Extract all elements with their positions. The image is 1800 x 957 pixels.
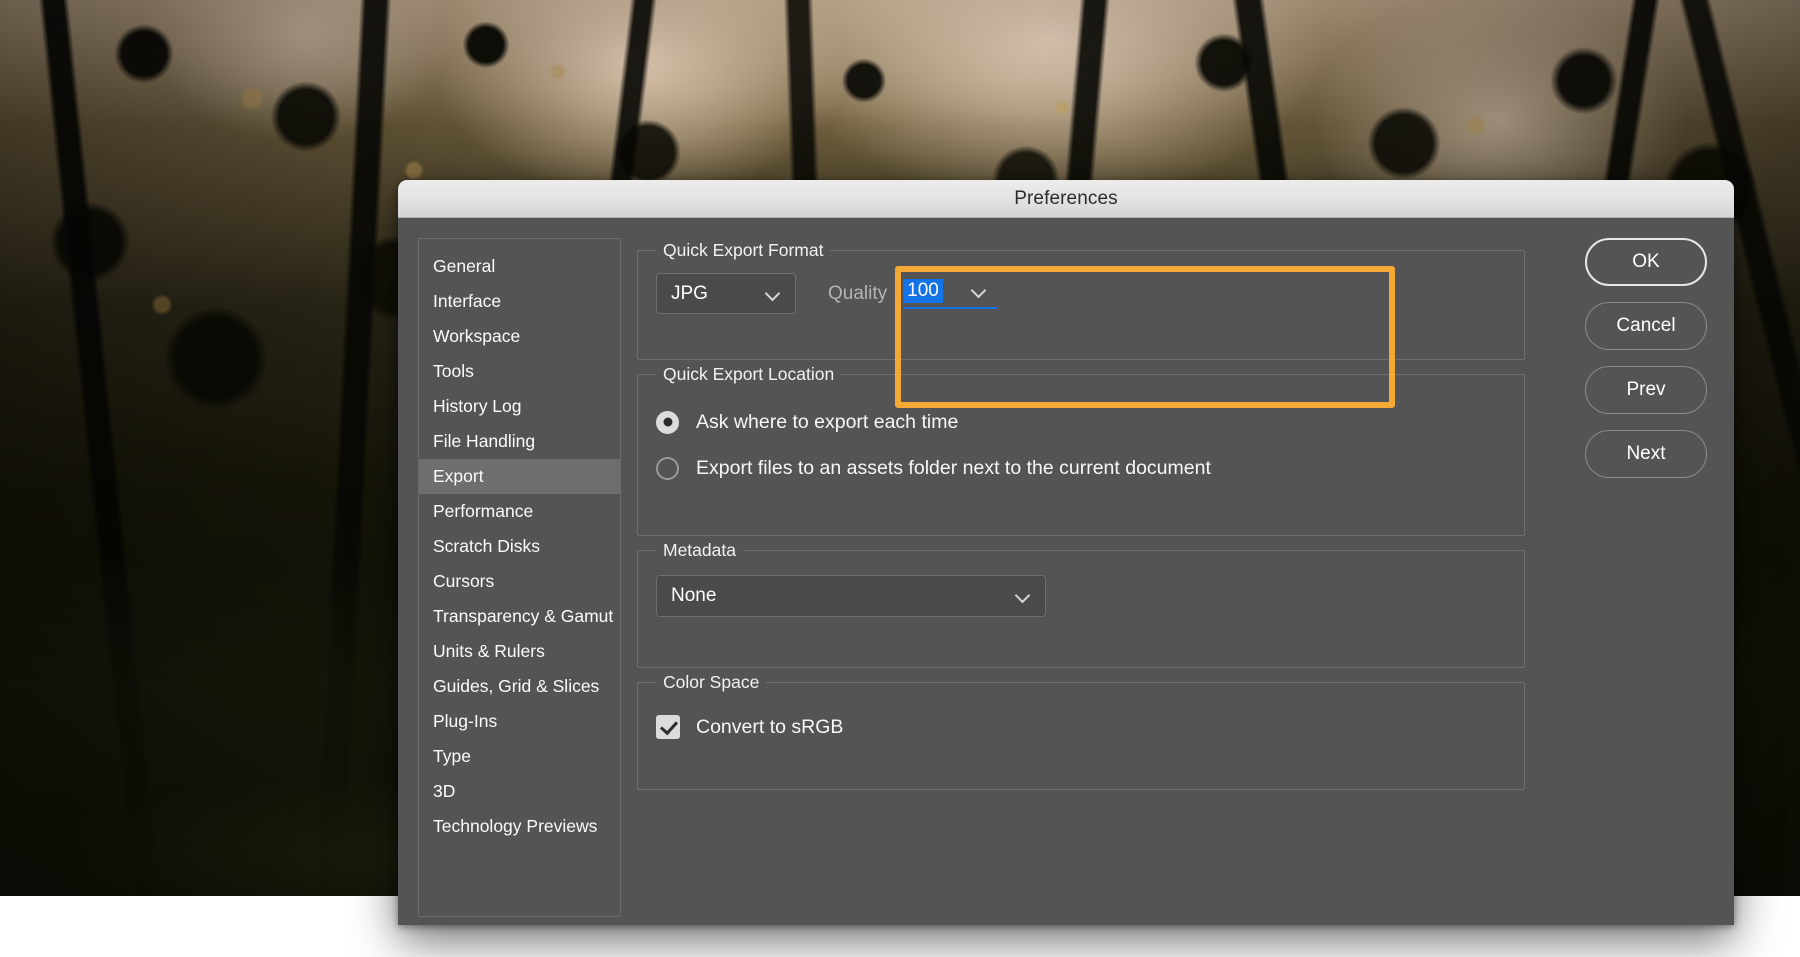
ok-button[interactable]: OK: [1585, 238, 1707, 286]
sidebar-item-general[interactable]: General: [419, 249, 620, 284]
sidebar-item-label: Cursors: [433, 571, 494, 592]
sidebar-item-label: Export: [433, 466, 484, 487]
sidebar-item-label: Technology Previews: [433, 816, 597, 837]
radio-button-icon[interactable]: [656, 411, 679, 434]
sidebar-item-scratch-disks[interactable]: Scratch Disks: [419, 529, 620, 564]
metadata-title: Metadata: [656, 540, 743, 561]
quick-export-format-group: Quick Export Format JPG Quality 100: [637, 250, 1525, 360]
sidebar-item-label: History Log: [433, 396, 522, 417]
preferences-dialog: Preferences General Interface Workspace …: [398, 180, 1734, 925]
sidebar-item-label: Units & Rulers: [433, 641, 545, 662]
quick-export-location-group: Quick Export Location Ask where to expor…: [637, 374, 1525, 536]
sidebar-item-label: Type: [433, 746, 471, 767]
cancel-button[interactable]: Cancel: [1585, 302, 1707, 350]
sidebar-item-tools[interactable]: Tools: [419, 354, 620, 389]
convert-to-srgb-row[interactable]: Convert to sRGB: [656, 709, 1506, 745]
sidebar-item-label: Transparency & Gamut: [433, 606, 613, 627]
radio-label: Export files to an assets folder next to…: [696, 457, 1211, 480]
sidebar-item-label: Scratch Disks: [433, 536, 540, 557]
sidebar-item-label: Interface: [433, 291, 501, 312]
sidebar-item-label: Performance: [433, 501, 533, 522]
checkbox-icon[interactable]: [656, 715, 680, 739]
sidebar-item-history-log[interactable]: History Log: [419, 389, 620, 424]
sidebar-item-label: File Handling: [433, 431, 535, 452]
convert-to-srgb-label: Convert to sRGB: [696, 716, 843, 739]
dialog-button-column: OK Cancel Prev Next: [1558, 218, 1734, 925]
sidebar-item-3d[interactable]: 3D: [419, 774, 620, 809]
quick-export-location-title: Quick Export Location: [656, 364, 841, 385]
sidebar-item-performance[interactable]: Performance: [419, 494, 620, 529]
radio-button-icon[interactable]: [656, 457, 679, 480]
color-space-title: Color Space: [656, 672, 766, 693]
chevron-down-icon: [1015, 588, 1031, 604]
sidebar-item-export[interactable]: Export: [419, 459, 620, 494]
dialog-body: General Interface Workspace Tools Histor…: [398, 218, 1734, 925]
sidebar-item-label: Plug-Ins: [433, 711, 497, 732]
metadata-select[interactable]: None: [656, 575, 1046, 617]
export-format-value: JPG: [671, 283, 753, 305]
quality-input[interactable]: 100: [903, 279, 943, 303]
sidebar-item-guides-grid-slices[interactable]: Guides, Grid & Slices: [419, 669, 620, 704]
export-format-select[interactable]: JPG: [656, 273, 796, 314]
sidebar-item-cursors[interactable]: Cursors: [419, 564, 620, 599]
radio-ask-where-to-export[interactable]: Ask where to export each time: [656, 401, 1506, 443]
radio-export-to-assets-folder[interactable]: Export files to an assets folder next to…: [656, 447, 1506, 489]
dialog-titlebar[interactable]: Preferences: [398, 180, 1734, 218]
sidebar-item-plug-ins[interactable]: Plug-Ins: [419, 704, 620, 739]
quick-export-format-title: Quick Export Format: [656, 240, 830, 261]
sidebar-item-file-handling[interactable]: File Handling: [419, 424, 620, 459]
sidebar-item-label: General: [433, 256, 495, 277]
preferences-category-list[interactable]: General Interface Workspace Tools Histor…: [418, 238, 621, 917]
sidebar-item-type[interactable]: Type: [419, 739, 620, 774]
sidebar-item-technology-previews[interactable]: Technology Previews: [419, 809, 620, 844]
metadata-value: None: [671, 585, 1003, 607]
sidebar-item-interface[interactable]: Interface: [419, 284, 620, 319]
sidebar-item-label: Tools: [433, 361, 474, 382]
dialog-title: Preferences: [1014, 188, 1118, 210]
sidebar-item-workspace[interactable]: Workspace: [419, 319, 620, 354]
quality-field[interactable]: 100: [903, 279, 997, 309]
next-button[interactable]: Next: [1585, 430, 1707, 478]
radio-label: Ask where to export each time: [696, 411, 958, 434]
sidebar-item-units-rulers[interactable]: Units & Rulers: [419, 634, 620, 669]
export-settings-panel: Quick Export Format JPG Quality 100 Quic…: [621, 218, 1558, 925]
sidebar-item-label: Workspace: [433, 326, 520, 347]
sidebar-item-transparency-gamut[interactable]: Transparency & Gamut: [419, 599, 620, 634]
chevron-down-icon[interactable]: [971, 283, 987, 299]
color-space-group: Color Space Convert to sRGB: [637, 682, 1525, 790]
quality-label: Quality: [828, 283, 887, 305]
sidebar-item-label: Guides, Grid & Slices: [433, 676, 599, 697]
prev-button[interactable]: Prev: [1585, 366, 1707, 414]
chevron-down-icon: [765, 286, 781, 302]
sidebar-item-label: 3D: [433, 781, 455, 802]
metadata-group: Metadata None: [637, 550, 1525, 668]
